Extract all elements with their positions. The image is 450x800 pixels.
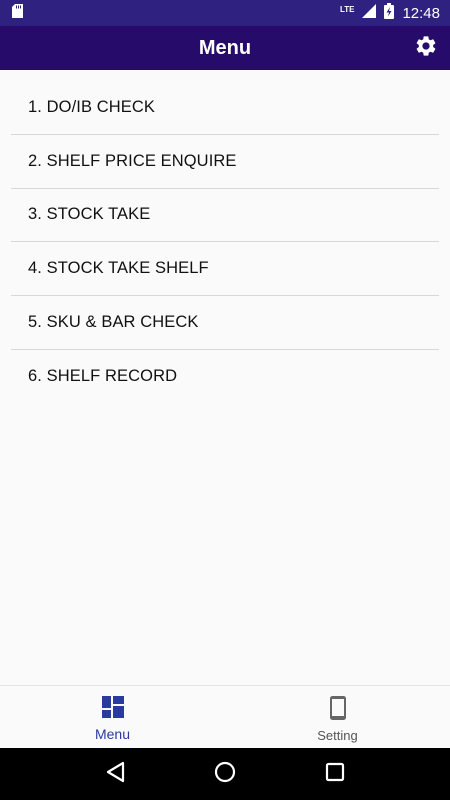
settings-button[interactable]	[412, 34, 440, 62]
nav-tab-setting[interactable]: Setting	[225, 686, 450, 748]
menu-item-do-ib-check[interactable]: 1. DO/IB CHECK	[11, 81, 439, 135]
recents-button[interactable]	[315, 754, 355, 794]
back-icon	[105, 761, 125, 788]
status-time: 12:48	[402, 4, 440, 22]
gear-icon	[414, 34, 438, 63]
phone-icon	[329, 696, 346, 725]
battery-charging-icon	[384, 2, 395, 24]
signal-icon	[362, 3, 377, 23]
recents-icon	[325, 762, 345, 787]
bottom-nav: Menu Setting	[0, 685, 450, 748]
home-icon	[214, 761, 236, 788]
menu-item-stock-take[interactable]: 3. STOCK TAKE	[11, 189, 439, 243]
menu-item-stock-take-shelf[interactable]: 4. STOCK TAKE SHELF	[11, 242, 439, 297]
menu-item-sku-bar-check[interactable]: 5. SKU & BAR CHECK	[11, 296, 439, 350]
network-type: LTE	[339, 4, 355, 14]
status-bar: LTE 12:48	[0, 0, 450, 26]
menu-item-shelf-price-enquire[interactable]: 2. SHELF PRICE ENQUIRE	[11, 135, 439, 189]
menu-list: 1. DO/IB CHECK 2. SHELF PRICE ENQUIRE 3.…	[11, 81, 439, 404]
system-nav-bar	[0, 748, 450, 800]
sd-card-icon	[12, 3, 23, 23]
dashboard-icon	[101, 696, 124, 723]
nav-tab-menu[interactable]: Menu	[0, 686, 225, 748]
menu-item-shelf-record[interactable]: 6. SHELF RECORD	[11, 350, 439, 404]
nav-label-menu: Menu	[94, 726, 131, 742]
home-button[interactable]	[205, 754, 245, 794]
page-title: Menu	[198, 36, 252, 59]
back-button[interactable]	[95, 754, 135, 794]
nav-label-setting: Setting	[317, 728, 358, 743]
app-bar: Menu	[0, 26, 450, 70]
